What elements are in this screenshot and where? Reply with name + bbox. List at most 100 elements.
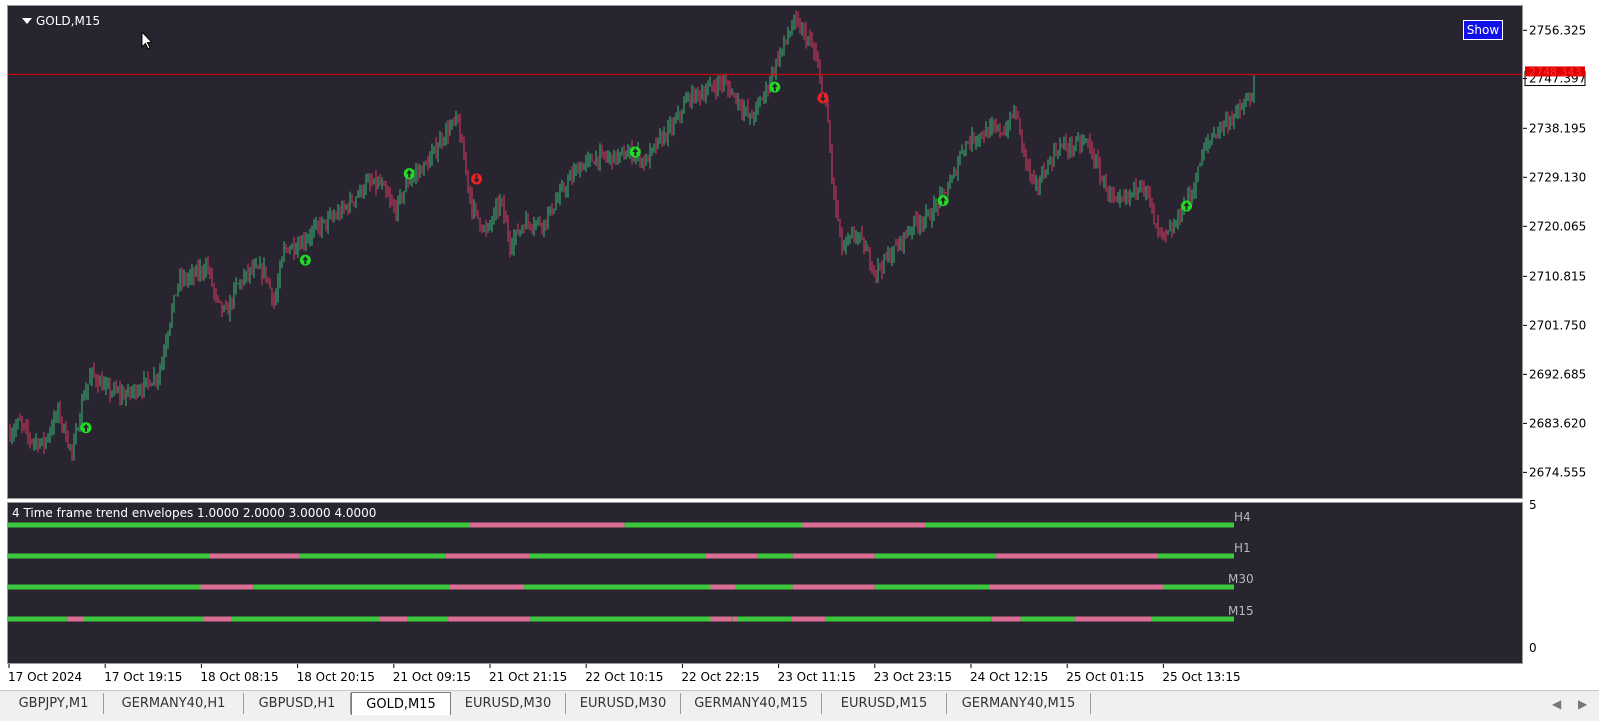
trend-segment-down — [470, 522, 625, 528]
price-label: 2674.555 — [1529, 465, 1586, 479]
trend-segment-up — [530, 616, 711, 622]
trend-row-label: H4 — [1234, 510, 1251, 524]
trend-row-label: M30 — [1228, 572, 1254, 586]
trend-segment-up — [624, 522, 803, 528]
trend-segment-up — [84, 616, 203, 622]
signals — [80, 81, 1193, 434]
sell-signal-icon — [817, 92, 829, 104]
indicator-title: 4 Time frame trend envelopes 1.0000 2.00… — [12, 506, 377, 520]
ask-price-label: 2748.343 — [1529, 65, 1582, 78]
dropdown-triangle-icon[interactable] — [22, 18, 32, 24]
time-label: 21 Oct 21:15 — [489, 670, 567, 684]
time-label: 17 Oct 2024 — [8, 670, 82, 684]
tab-eurusd-m30[interactable]: EURUSD,M30 — [451, 693, 566, 714]
trend-segment-down — [202, 616, 232, 622]
trend-segment-up — [757, 553, 793, 559]
trend-segment-down — [449, 584, 525, 590]
chart-window[interactable]: GOLD,M15 Show 2756.325 2747.397 2738.195 27… — [0, 0, 1599, 686]
time-label: 22 Oct 10:15 — [585, 670, 663, 684]
trend-segment-up — [8, 616, 67, 622]
tab-eurusd-m15[interactable]: EURUSD,M15 — [822, 693, 947, 714]
trend-segment-up — [925, 522, 1234, 528]
price-chart-panel[interactable]: GOLD,M15 — [7, 5, 1523, 499]
indicator-scale-top: 5 — [1529, 500, 1537, 512]
indicator-svg: H4 H1 M30 M15 — [8, 510, 1254, 622]
trend-segment-down — [379, 616, 408, 622]
trend-segment-down — [445, 553, 530, 559]
trend-segment-down — [705, 553, 758, 559]
symbol-label[interactable]: GOLD,M15 — [22, 14, 100, 28]
trend-segment-down — [991, 616, 1021, 622]
mouse-cursor-icon — [141, 31, 153, 50]
trend-segment-down — [209, 553, 300, 559]
sell-signal-icon — [471, 173, 483, 185]
trend-segment-up — [825, 616, 992, 622]
tab-gold-m15[interactable]: GOLD,M15 — [351, 692, 451, 715]
tab-germany40-m15[interactable]: GERMANY40,M15 — [681, 693, 822, 714]
trend-segment-up — [407, 616, 449, 622]
trend-segment-up — [737, 616, 792, 622]
buy-signal-icon — [629, 146, 641, 158]
trend-segment-down — [802, 522, 926, 528]
trend-segment-up — [8, 553, 210, 559]
trend-segment-up — [8, 584, 201, 590]
trend-segment-up — [1151, 616, 1234, 622]
time-label: 21 Oct 09:15 — [393, 670, 471, 684]
price-chart-svg[interactable] — [8, 6, 1522, 498]
time-label: 18 Oct 20:15 — [297, 670, 375, 684]
tab-scroll-right-icon[interactable]: ▶ — [1578, 697, 1587, 711]
price-label: 2720.065 — [1529, 219, 1586, 233]
trend-segment-down — [791, 616, 826, 622]
time-label: 18 Oct 08:15 — [200, 670, 278, 684]
price-label: 2756.325 — [1529, 23, 1586, 37]
trend-row-label: M15 — [1228, 604, 1254, 618]
time-label: 22 Oct 22:15 — [681, 670, 759, 684]
trend-segment-down — [792, 584, 875, 590]
trend-segment-up — [529, 553, 706, 559]
tab-scroll-left-icon[interactable]: ◀ — [1552, 697, 1561, 711]
tab-germany40-m15[interactable]: GERMANY40,M15 — [947, 693, 1091, 714]
trend-segment-down — [710, 584, 736, 590]
trend-segment-down — [66, 616, 85, 622]
tab-germany40-h1[interactable]: GERMANY40,H1 — [104, 693, 244, 714]
buy-signal-icon — [80, 422, 92, 434]
tab-gbpusd-h1[interactable]: GBPUSD,H1 — [244, 693, 351, 714]
time-label: 25 Oct 01:15 — [1066, 670, 1144, 684]
price-axis: 2756.3252747.3972738.1952729.1302720.065… — [1523, 23, 1586, 479]
trend-segment-up — [735, 584, 793, 590]
show-button[interactable]: Show — [1463, 20, 1503, 40]
indicator-axis: 50 — [1529, 500, 1537, 655]
trend-segment-down — [996, 553, 1158, 559]
tab-eurusd-m30[interactable]: EURUSD,M30 — [566, 693, 681, 714]
trend-segment-up — [1157, 553, 1234, 559]
trend-segment-up — [231, 616, 380, 622]
tab-gbpjpy-m1[interactable]: GBPJPY,M1 — [4, 693, 104, 714]
trend-segment-up — [524, 584, 711, 590]
trend-segment-down — [732, 616, 738, 622]
time-axis: 17 Oct 2024 17 Oct 19:15 18 Oct 08:15 18 Oc… — [8, 664, 1241, 684]
chart-tab-bar: GBPJPY,M1 GERMANY40,H1 GBPUSD,H1 GOLD,M15 EU… — [0, 690, 1599, 721]
trend-segment-up — [731, 616, 733, 622]
buy-signal-icon — [937, 195, 949, 207]
trend-segment-up — [1162, 584, 1234, 590]
price-label: 2701.750 — [1529, 318, 1586, 332]
trend-segment-up — [8, 522, 471, 528]
trend-segment-down — [200, 584, 254, 590]
price-label: 2710.815 — [1529, 269, 1586, 283]
candles — [9, 10, 1255, 462]
symbol-text: GOLD,M15 — [36, 14, 101, 28]
trend-segment-up — [299, 553, 446, 559]
buy-signal-icon — [769, 81, 781, 93]
indicator-panel[interactable]: H4 H1 M30 M15 4 Time frame trend envelopes … — [7, 502, 1523, 664]
buy-signal-icon — [1181, 200, 1193, 212]
trend-segment-up — [253, 584, 450, 590]
time-label: 23 Oct 11:15 — [778, 670, 856, 684]
indicator-scale-bottom: 0 — [1529, 641, 1537, 655]
time-label: 24 Oct 12:15 — [970, 670, 1048, 684]
price-label: 2683.620 — [1529, 416, 1586, 430]
trend-segment-up — [874, 584, 991, 590]
price-label: 2729.130 — [1529, 170, 1586, 184]
trend-segment-down — [1074, 616, 1152, 622]
trend-segment-down — [710, 616, 732, 622]
trend-segment-down — [448, 616, 531, 622]
